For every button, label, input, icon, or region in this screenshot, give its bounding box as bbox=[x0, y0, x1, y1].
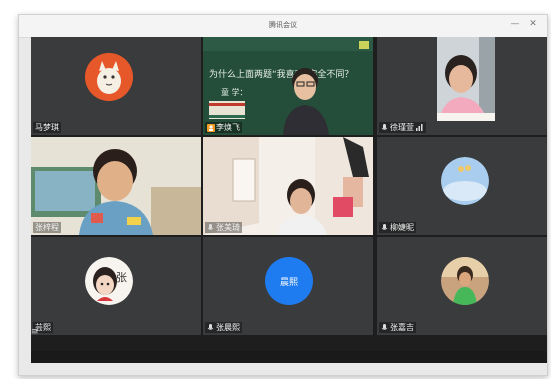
close-icon[interactable]: ✕ bbox=[527, 19, 539, 29]
participant-label: 张美琦 bbox=[205, 222, 242, 233]
participant-name: 柳婕昵 bbox=[390, 223, 414, 232]
text-avatar: 晨熙 bbox=[265, 257, 313, 305]
participant-tile-9[interactable]: 张嘉吉 bbox=[377, 237, 547, 335]
mic-icon bbox=[381, 223, 388, 232]
participant-tile-5[interactable]: 张美琦 bbox=[203, 137, 373, 235]
participant-label: 张晨熙 bbox=[205, 322, 242, 333]
participant-name: 张美琦 bbox=[216, 223, 240, 232]
participant-tile-7[interactable]: 张 芸熙 bbox=[31, 237, 201, 335]
cartoon-cat-avatar bbox=[85, 53, 133, 101]
video-grid: 马梦琪 为什么上面两题“我喜欢”完全不同？ 童 学： 李焕飞 徐瑾萱 张梓程 张… bbox=[31, 37, 547, 363]
participant-name: 张晨熙 bbox=[216, 323, 240, 332]
host-icon bbox=[207, 123, 215, 132]
participant-tile-2[interactable]: 为什么上面两题“我喜欢”完全不同？ 童 学： 李焕飞 bbox=[203, 37, 373, 135]
participant-tile-8[interactable]: 晨熙 张晨熙 bbox=[203, 237, 373, 335]
participant-name: 徐瑾萱 bbox=[390, 123, 414, 132]
participant-name: 张嘉吉 bbox=[390, 323, 414, 332]
window-title: 腾讯会议 bbox=[269, 21, 297, 29]
participant-tile-1[interactable]: 马梦琪 bbox=[31, 37, 201, 135]
participant-label: 柳婕昵 bbox=[379, 222, 416, 233]
participant-tile-4[interactable]: 张梓程 bbox=[31, 137, 201, 235]
boy-video bbox=[31, 137, 201, 235]
mic-icon bbox=[381, 123, 388, 132]
signal-bars-icon bbox=[416, 123, 424, 133]
girl-video bbox=[377, 37, 547, 135]
meeting-window: 腾讯会议 — ✕ 马梦琪 为什么上面两题“我喜欢”完全不同？ 童 学： 李焕飞 … bbox=[18, 14, 548, 376]
participant-label: 李焕飞 bbox=[205, 122, 242, 133]
participant-label: 张嘉吉 bbox=[379, 322, 416, 333]
bottom-bar bbox=[31, 351, 547, 363]
title-bar: 腾讯会议 — ✕ bbox=[19, 15, 547, 38]
participant-name: 张梓程 bbox=[35, 223, 59, 232]
mic-icon bbox=[207, 323, 214, 332]
teacher-blackboard-video: 为什么上面两题“我喜欢”完全不同？ 童 学： bbox=[203, 37, 373, 135]
participant-name: 马梦琪 bbox=[35, 123, 59, 132]
mic-icon bbox=[207, 223, 214, 232]
svg-text:张: 张 bbox=[116, 271, 127, 284]
mic-icon bbox=[381, 323, 388, 332]
svg-text:童 学：: 童 学： bbox=[221, 87, 248, 97]
participant-tile-3[interactable]: 徐瑾萱 bbox=[377, 37, 547, 135]
minimize-icon[interactable]: — bbox=[509, 19, 521, 29]
menu-icon[interactable]: ≡ bbox=[31, 327, 39, 337]
participant-tile-6[interactable]: 柳婕昵 bbox=[377, 137, 547, 235]
svg-text:为什么上面两题“我喜欢”完全不同？: 为什么上面两题“我喜欢”完全不同？ bbox=[209, 68, 353, 80]
cartoon-girl-avatar: 张 bbox=[85, 257, 133, 305]
child-photo-avatar bbox=[441, 257, 489, 305]
participant-label: 徐瑾萱 bbox=[379, 122, 426, 133]
girl-room-video bbox=[203, 137, 373, 235]
avatar-initials: 晨熙 bbox=[279, 277, 298, 288]
participant-label: 张梓程 bbox=[33, 222, 61, 233]
sky-photo-avatar bbox=[441, 157, 489, 205]
participant-label: 马梦琪 bbox=[33, 122, 61, 133]
participant-name: 李焕飞 bbox=[216, 123, 240, 132]
